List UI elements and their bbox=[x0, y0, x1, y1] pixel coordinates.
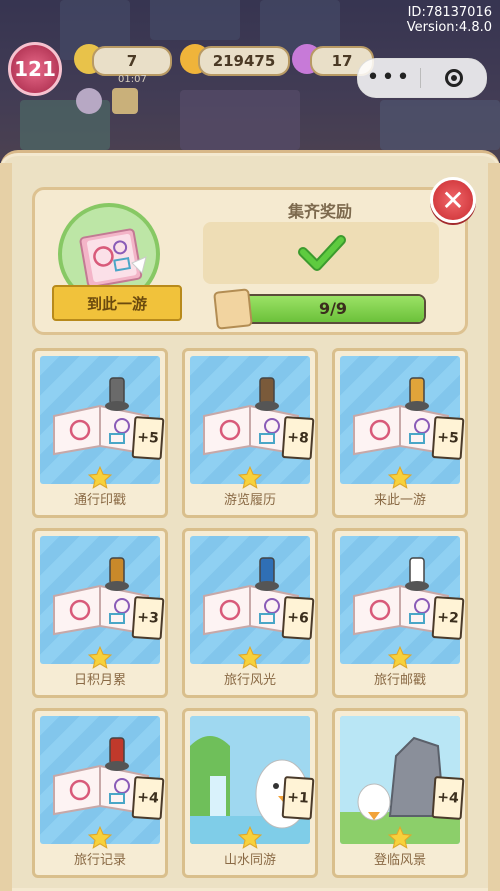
card-bonus-badge: +2 bbox=[431, 596, 465, 640]
collection-card[interactable]: +5 来此一游 bbox=[332, 348, 468, 518]
energy-counter[interactable]: 7 bbox=[92, 46, 172, 76]
coin-counter[interactable]: 219475 bbox=[198, 46, 290, 76]
card-label: 日积月累 bbox=[73, 673, 126, 688]
collection-card[interactable]: +1 山水同游 bbox=[182, 708, 318, 878]
star-icon bbox=[87, 825, 113, 849]
energy-timer: 01:07 bbox=[118, 74, 147, 85]
collection-card[interactable]: +2 旅行邮戳 bbox=[332, 528, 468, 698]
progress-text: 9/9 bbox=[318, 299, 348, 318]
card-bonus-badge: +4 bbox=[431, 776, 465, 820]
reward-claimed-slot[interactable] bbox=[203, 222, 439, 284]
card-label: 通行印戳 bbox=[73, 493, 126, 508]
target-icon bbox=[444, 69, 463, 87]
collection-card[interactable]: +5 通行印戳 bbox=[32, 348, 168, 518]
card-label: 旅行风光 bbox=[223, 673, 276, 688]
card-label: 旅行记录 bbox=[73, 853, 126, 868]
card-bonus-badge: +5 bbox=[131, 416, 165, 460]
star-icon bbox=[387, 645, 413, 669]
card-bonus-badge: +4 bbox=[131, 776, 165, 820]
card-bonus-badge: +5 bbox=[431, 416, 465, 460]
star-icon bbox=[87, 645, 113, 669]
collection-card[interactable]: +4 登临风景 bbox=[332, 708, 468, 878]
reward-ribbon: 到此一游 bbox=[52, 285, 182, 321]
collection-card[interactable]: +8 游览履历 bbox=[182, 348, 318, 518]
panel-border-left bbox=[0, 163, 12, 891]
card-bonus-badge: +1 bbox=[281, 776, 315, 820]
card-label: 登临风景 bbox=[373, 853, 426, 868]
card-label: 游览履历 bbox=[223, 493, 276, 508]
level-badge[interactable]: 121 bbox=[8, 42, 62, 96]
card-label: 山水同游 bbox=[223, 853, 276, 868]
miniprogram-capsule: ••• bbox=[357, 58, 487, 98]
star-icon bbox=[237, 645, 263, 669]
collection-card[interactable]: +4 旅行记录 bbox=[32, 708, 168, 878]
card-label: 旅行邮戳 bbox=[373, 673, 426, 688]
reward-title: 集齐奖励 bbox=[287, 202, 352, 221]
version-text: Version:4.8.0 bbox=[406, 20, 492, 35]
player-id: ID:78137016 bbox=[407, 5, 492, 20]
card-bonus-badge: +8 bbox=[281, 416, 315, 460]
card-label: 来此一游 bbox=[373, 493, 426, 508]
close-button[interactable]: ✕ bbox=[430, 177, 476, 223]
settings-icon[interactable] bbox=[76, 88, 102, 114]
mail-icon[interactable] bbox=[112, 88, 138, 114]
panel-border-right bbox=[488, 163, 500, 891]
star-icon bbox=[237, 465, 263, 489]
star-icon bbox=[237, 825, 263, 849]
more-menu-button[interactable]: ••• bbox=[358, 59, 420, 97]
check-icon bbox=[298, 235, 346, 271]
star-icon bbox=[387, 825, 413, 849]
collection-card[interactable]: +3 日积月累 bbox=[32, 528, 168, 698]
star-icon bbox=[387, 465, 413, 489]
card-bonus-badge: +3 bbox=[131, 596, 165, 640]
collection-card[interactable]: +6 旅行风光 bbox=[182, 528, 318, 698]
card-bonus-badge: +6 bbox=[281, 596, 315, 640]
star-icon bbox=[87, 465, 113, 489]
close-miniprogram-button[interactable] bbox=[421, 69, 486, 87]
